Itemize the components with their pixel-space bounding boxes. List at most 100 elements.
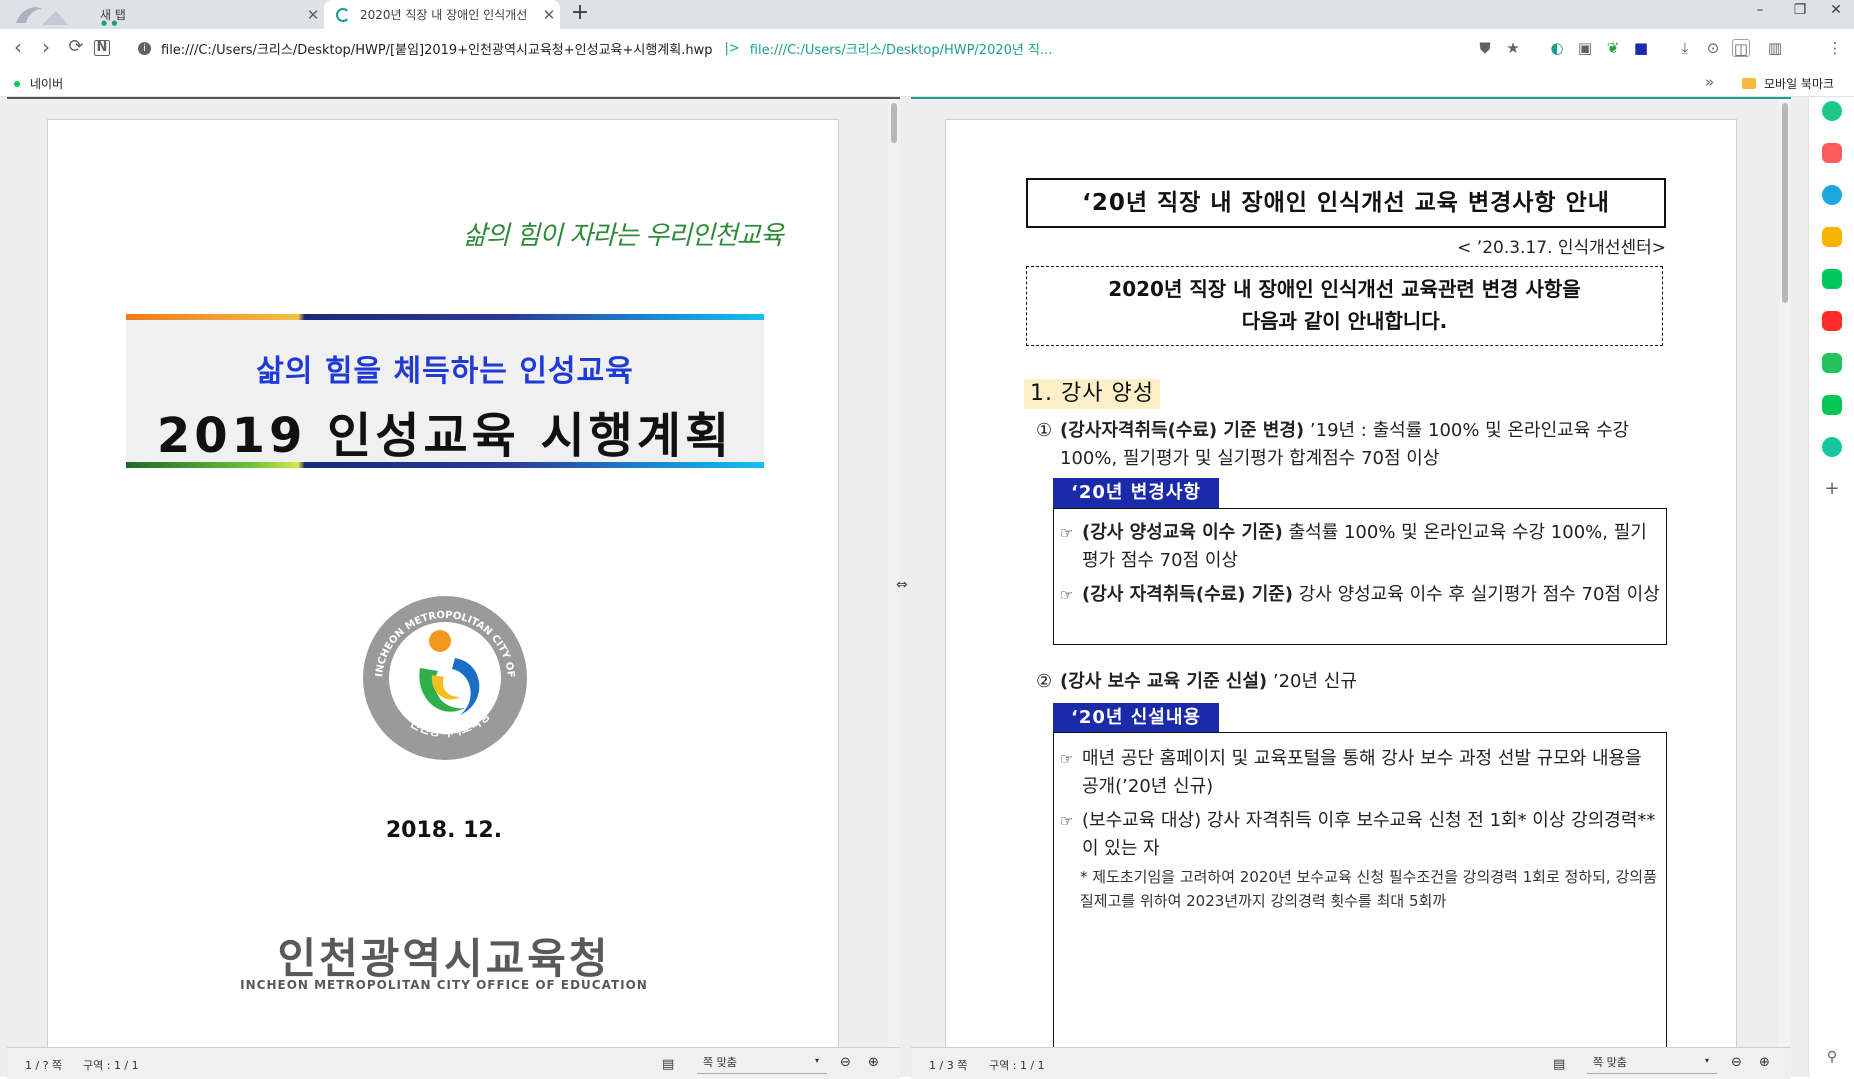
tab-new-tab[interactable]: 새 탭 ✕	[88, 0, 324, 29]
tab-close-icon[interactable]: ✕	[302, 6, 324, 24]
reload-button[interactable]: ⟳	[64, 36, 88, 60]
capture-camera-icon[interactable]: ⊙	[1704, 39, 1722, 57]
item-rest-text: ’20년 신규	[1267, 671, 1357, 692]
extension-evernote-icon[interactable]: ❦	[1604, 39, 1622, 57]
bullet-text: 매년 공단 홈페이지 및 교육포털을 통해 강사 보수 과정 선발 규모와 내용…	[1082, 748, 1642, 797]
pointing-hand-icon: ☞	[1060, 586, 1074, 604]
list-item: ① (강사자격취득(수료) 기준 변경) ’19년 : 출석률 100% 및 온…	[1036, 417, 1676, 477]
shield-icon[interactable]: ⛊	[1476, 39, 1494, 57]
side-line-icon[interactable]	[1822, 395, 1842, 415]
page-view-icon[interactable]: ▤	[662, 1057, 674, 1072]
notice-title: ‘20년 직장 내 장애인 인식개선 교육 변경사항 안내	[1026, 178, 1666, 228]
slogan-logo: 삶의 힘이 자라는 우리인천교육	[463, 221, 784, 251]
url-text[interactable]: file:///C:/Users/크리스/Desktop/HWP/[붙임]201…	[161, 39, 712, 58]
pointing-hand-icon: ☞	[1060, 750, 1074, 768]
item-number: ②	[1036, 671, 1053, 692]
forward-button[interactable]: ›	[34, 36, 58, 60]
naver-home-icon[interactable]: N	[94, 40, 110, 56]
document-page: ‘20년 직장 내 장애인 인식개선 교육 변경사항 안내 < ’20.3.17…	[945, 119, 1737, 1062]
item-bold-text: (강사자격취득(수료) 기준 변경)	[1060, 420, 1305, 441]
bullet-bold-text: (강사 양성교육 이수 기준)	[1082, 522, 1283, 543]
side-map-icon[interactable]	[1822, 269, 1842, 289]
back-button[interactable]: ‹	[6, 36, 30, 60]
side-play-icon[interactable]	[1822, 437, 1842, 457]
new-tab-button[interactable]: +	[568, 2, 592, 26]
footnote: * 제도초기임을 고려하여 2020년 보수교육 신청 필수조건을 강의경력 1…	[1080, 868, 1657, 910]
pointing-hand-icon: ☞	[1060, 524, 1074, 542]
split-resize-handle-icon[interactable]: ⇔	[896, 577, 908, 593]
menu-more-icon[interactable]: ⋮	[1826, 39, 1844, 57]
left-document-pane[interactable]: 삶의 힘이 자라는 우리인천교육 삶의 힘을 체득하는 인성교육 2019 인성…	[7, 97, 900, 1079]
side-add-icon[interactable]: +	[1822, 479, 1842, 499]
split-view-icon[interactable]: ◫	[1732, 39, 1750, 58]
notice-date: < ’20.3.17. 인식개선센터>	[1457, 238, 1666, 258]
zoom-out-icon[interactable]: ⊖	[840, 1055, 851, 1070]
restore-button[interactable]: ❐	[1780, 2, 1820, 24]
side-memo-icon[interactable]	[1822, 227, 1842, 247]
tab-title: 새 탭	[100, 8, 126, 22]
scroll-thumb[interactable]	[1782, 103, 1788, 303]
side-pin-icon[interactable]: ⚲	[1822, 1047, 1842, 1067]
tab-title: 2020년 직장 내 장애인 인식개선	[360, 8, 528, 22]
intro-line-1: 2020년 직장 내 장애인 인식개선 교육관련 변경 사항을	[1108, 277, 1581, 301]
document-subtitle: 삶의 힘을 체득하는 인성교육	[256, 354, 634, 389]
intro-box: 2020년 직장 내 장애인 인식개선 교육관련 변경 사항을 다음과 같이 안…	[1026, 266, 1663, 346]
page-view-icon[interactable]: ▤	[1553, 1057, 1565, 1072]
vertical-scrollbar[interactable]	[1779, 99, 1791, 1047]
zoom-out-icon[interactable]: ⊖	[1731, 1055, 1742, 1070]
mobile-bookmarks-folder[interactable]: 모바일 북마크	[1742, 75, 1834, 92]
tab-active-document[interactable]: 2020년 직장 내 장애인 인식개선 ✕	[324, 0, 560, 29]
folder-icon	[1742, 78, 1756, 89]
scroll-thumb[interactable]	[891, 103, 897, 143]
document-date: 2018. 12.	[385, 818, 503, 843]
browser-logo-icon	[12, 3, 92, 27]
second-url-text[interactable]: file:///C:/Users/크리스/Desktop/HWP/2020년 직…	[750, 39, 1053, 58]
section-heading: 1. 강사 양성	[1024, 379, 1160, 409]
side-edge-icon[interactable]	[1822, 185, 1842, 205]
minimize-button[interactable]: –	[1740, 2, 1780, 24]
split-viewer: 삶의 힘이 자라는 우리인천교육 삶의 힘을 체득하는 인성교육 2019 인성…	[0, 97, 1808, 1079]
tab-strip: 새 탭 ✕ ● ● 2020년 직장 내 장애인 인식개선 ✕ + – ❐ ✕	[0, 0, 1854, 29]
naver-dot-icon	[14, 80, 20, 87]
change-tag: ‘20년 변경사항	[1053, 478, 1219, 508]
document-title: 2019 인성교육 시행계획	[156, 408, 734, 464]
download-icon[interactable]: ⤓	[1676, 39, 1694, 57]
close-window-button[interactable]: ✕	[1816, 2, 1854, 24]
side-panel: + ⚲	[1808, 97, 1854, 1077]
folder-label: 모바일 북마크	[1764, 77, 1835, 91]
new-content-info-box: ☞ 매년 공단 홈페이지 및 교육포털을 통해 강사 보수 과정 선발 규모와 …	[1053, 732, 1667, 1062]
side-home-icon[interactable]	[1822, 101, 1842, 121]
zoom-select[interactable]: 쪽 맞춤 ▾	[697, 1054, 827, 1074]
info-icon[interactable]: i	[138, 41, 151, 55]
item-number: ①	[1036, 420, 1053, 441]
extension-ex-icon[interactable]: ▣	[1576, 39, 1594, 57]
bookmark-star-icon[interactable]: ★	[1504, 39, 1522, 57]
zoom-in-icon[interactable]: ⊕	[1759, 1055, 1770, 1070]
sidebar-toggle-icon[interactable]: ▥	[1766, 39, 1784, 57]
bullet-rest-text: 강사 양성교육 이수 후 실기평가 점수 70점 이상	[1293, 584, 1660, 605]
extension-translate-icon[interactable]: ◐	[1548, 39, 1566, 57]
side-talk-icon[interactable]	[1822, 353, 1842, 373]
education-office-emblem: INCHEON METROPOLITAN CITY OFFICE OF EDUC…	[356, 585, 530, 763]
zoom-select[interactable]: 쪽 맞춤 ▾	[1587, 1054, 1717, 1074]
bookmarks-overflow-button[interactable]: »	[1705, 73, 1714, 91]
extension-blocked-icon[interactable]: ■	[1632, 39, 1650, 57]
vertical-scrollbar[interactable]	[888, 99, 900, 1047]
split-view-separator: |>	[724, 40, 740, 56]
right-document-pane[interactable]: ‘20년 직장 내 장애인 인식개선 교육 변경사항 안내 < ’20.3.17…	[911, 97, 1791, 1079]
side-pocket-icon[interactable]	[1822, 143, 1842, 163]
bookmark-label: 네이버	[30, 77, 64, 91]
bookmark-naver[interactable]: 네이버	[14, 75, 63, 92]
new-content-tag: ‘20년 신설내용	[1053, 703, 1219, 733]
page-indicator: 1 / ? 쪽	[25, 1059, 63, 1072]
tab-close-icon[interactable]: ✕	[538, 6, 560, 24]
viewer-status-bar: 1 / ? 쪽 구역 : 1 / 1 ▤ 쪽 맞춤 ▾ ⊖ ⊕	[7, 1047, 900, 1079]
side-youtube-icon[interactable]	[1822, 311, 1842, 331]
item-bold-text: (강사 보수 교육 기준 신설)	[1060, 671, 1268, 692]
zoom-value: 쪽 맞춤	[1593, 1056, 1627, 1069]
bullet-text: (강사 자격취득(수료) 기준) 강사 양성교육 이수 후 실기평가 점수 70…	[1082, 581, 1660, 609]
organization-name-korean: 인천광역시교육청	[277, 934, 611, 983]
title-box: 삶의 힘을 체득하는 인성교육 2019 인성교육 시행계획	[126, 314, 764, 468]
zoom-in-icon[interactable]: ⊕	[868, 1055, 879, 1070]
address-bar[interactable]: i file:///C:/Users/크리스/Desktop/HWP/[붙임]2…	[138, 37, 1052, 59]
